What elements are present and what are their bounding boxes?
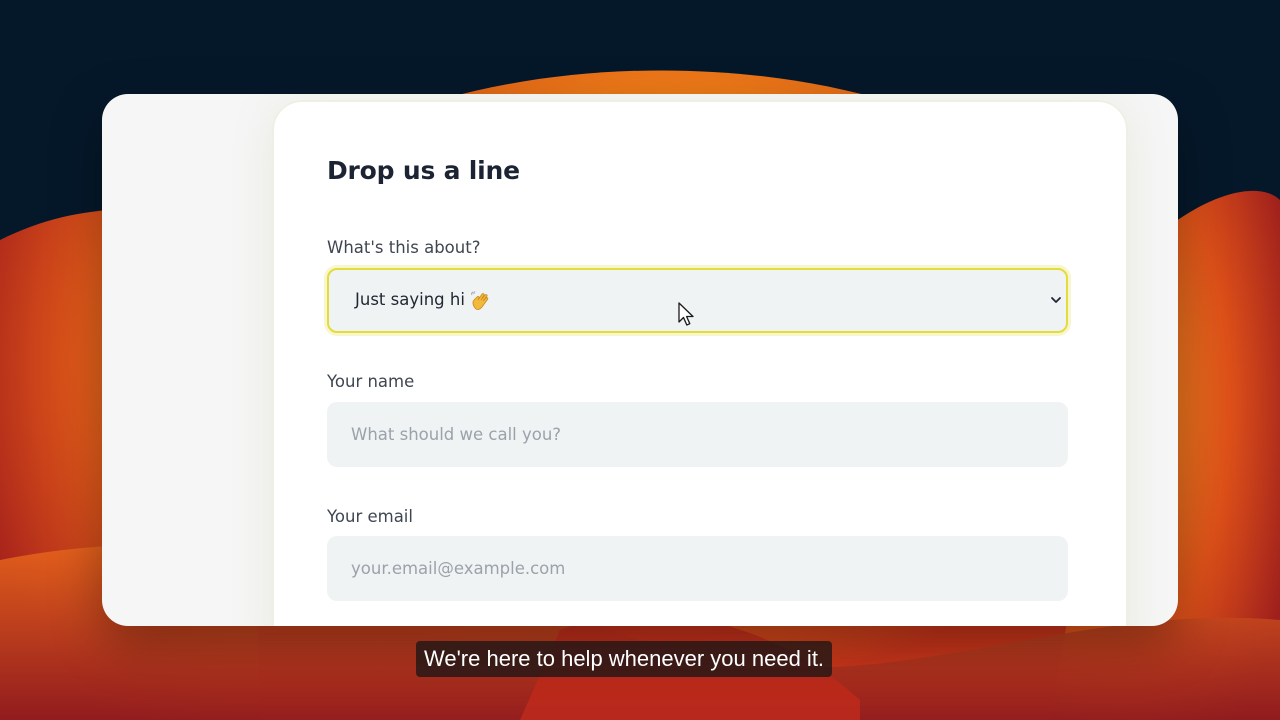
desktop: Drop us a line What's this about? Just s…	[0, 0, 1280, 720]
waving-hand-icon	[471, 291, 489, 310]
topic-selected-value: Just saying hi	[355, 290, 465, 309]
email-input[interactable]	[327, 536, 1068, 601]
name-label: Your name	[327, 372, 415, 391]
mouse-cursor-icon	[678, 302, 694, 326]
form-title: Drop us a line	[327, 156, 520, 185]
topic-select[interactable]: Just saying hi	[327, 268, 1068, 333]
chevron-down-icon	[1051, 297, 1061, 303]
video-caption: We're here to help whenever you need it.	[416, 641, 833, 677]
email-label: Your email	[327, 507, 413, 526]
browser-window: Drop us a line What's this about? Just s…	[102, 94, 1178, 626]
topic-label: What's this about?	[327, 238, 481, 257]
name-input[interactable]	[327, 402, 1068, 467]
contact-form-card: Drop us a line What's this about? Just s…	[274, 102, 1126, 626]
